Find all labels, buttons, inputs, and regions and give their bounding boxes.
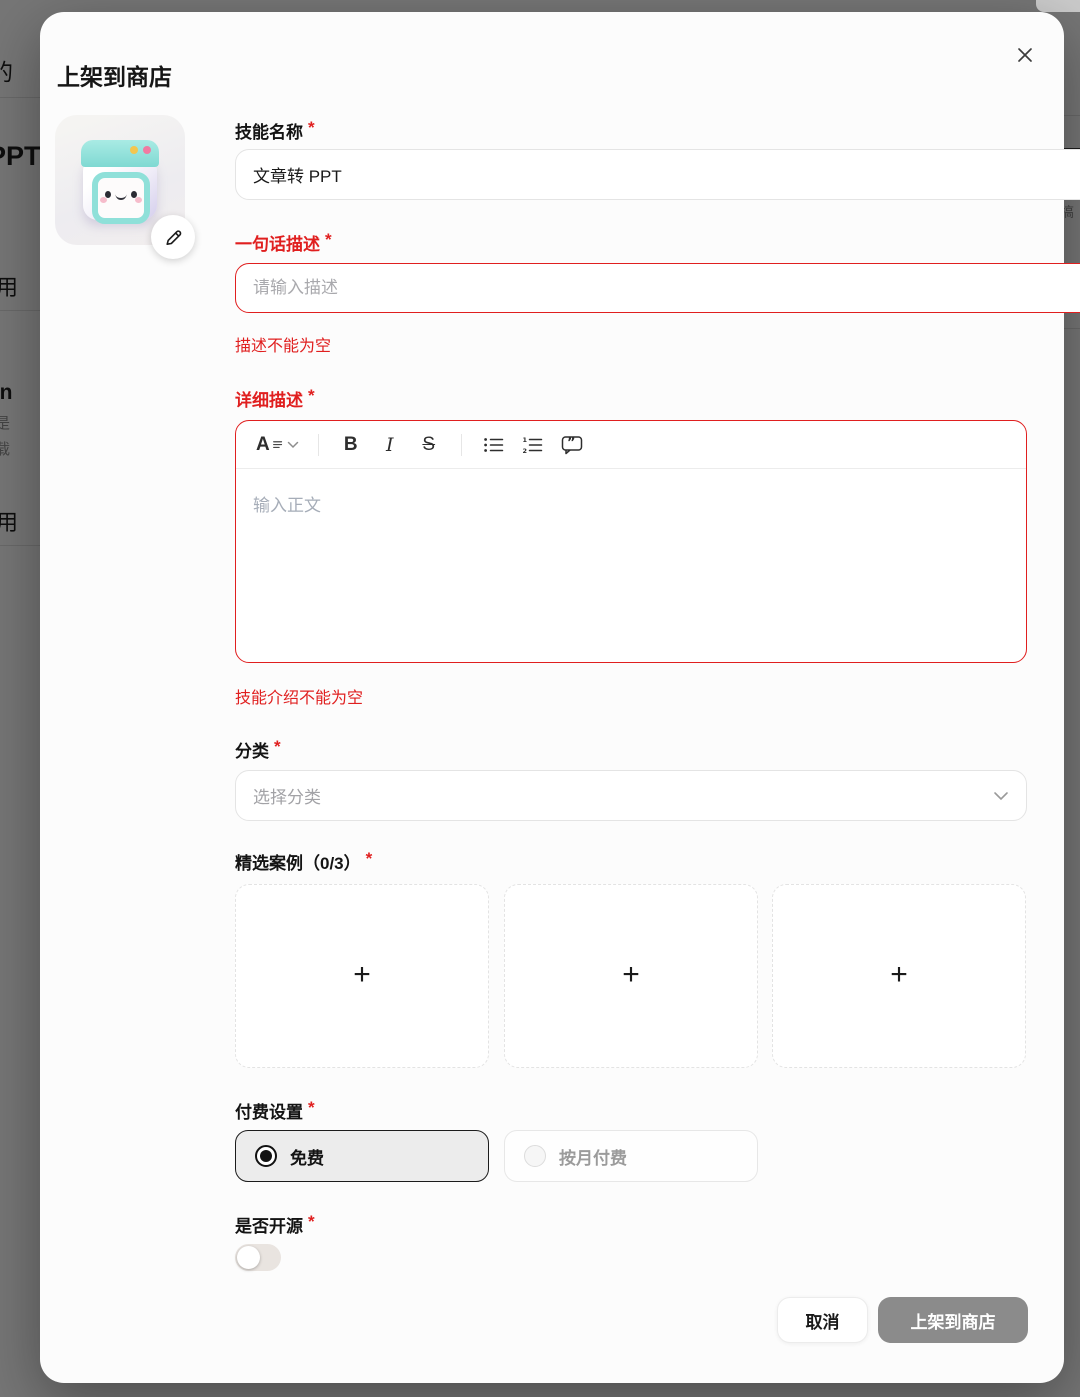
payment-label: 付费设置 *	[235, 1098, 1027, 1123]
close-icon	[1015, 45, 1035, 65]
chevron-down-icon	[287, 441, 299, 449]
radio-selected-icon	[255, 1145, 277, 1167]
cases-label: 精选案例（0/3） *	[235, 849, 1027, 874]
editor-toolbar: A B I S 12 ”	[236, 421, 1026, 469]
open-source-toggle-row	[235, 1244, 1027, 1271]
pencil-icon	[163, 227, 184, 248]
toolbar-divider	[318, 434, 319, 456]
text-style-lines-icon	[272, 439, 284, 451]
svg-text:1: 1	[522, 436, 527, 444]
ordered-list-button[interactable]: 12	[520, 430, 546, 460]
editor-body[interactable]: 输入正文	[236, 469, 1026, 538]
cases-row: + + +	[235, 884, 1027, 1068]
short-desc-input[interactable]	[235, 263, 1080, 313]
required-asterisk: *	[325, 230, 332, 255]
radio-unselected-icon	[524, 1145, 546, 1167]
quote-icon: ”	[561, 435, 583, 455]
skill-name-label: 技能名称 *	[235, 118, 1027, 143]
chevron-down-icon	[993, 791, 1009, 801]
open-source-label: 是否开源 *	[235, 1212, 1027, 1237]
close-button[interactable]	[1008, 38, 1042, 72]
required-asterisk: *	[308, 1098, 315, 1123]
required-asterisk: *	[366, 849, 373, 874]
svg-text:2: 2	[522, 447, 527, 455]
italic-button[interactable]: I	[377, 430, 403, 460]
open-source-toggle[interactable]	[235, 1244, 281, 1271]
edit-icon-button[interactable]	[151, 215, 195, 259]
rich-text-editor: A B I S 12 ” 输入正文	[235, 420, 1027, 663]
text-style-button[interactable]: A	[256, 430, 299, 460]
bullet-list-icon	[483, 435, 505, 455]
plus-icon: +	[622, 960, 640, 990]
bullet-list-button[interactable]	[481, 430, 507, 460]
editor-placeholder: 输入正文	[253, 496, 321, 515]
strikethrough-button[interactable]: S	[416, 430, 442, 460]
case-upload-slot-2[interactable]: +	[504, 884, 758, 1068]
submit-button[interactable]: 上架到商店	[878, 1297, 1028, 1343]
detail-desc-label: 详细描述 *	[235, 386, 1027, 411]
required-asterisk: *	[308, 386, 315, 411]
toolbar-divider	[461, 434, 462, 456]
device-face	[92, 172, 150, 224]
short-desc-error: 描述不能为空	[235, 332, 1027, 356]
payment-option-monthly[interactable]: 按月付费	[504, 1130, 758, 1182]
toggle-knob	[237, 1246, 260, 1269]
payment-option-free[interactable]: 免费	[235, 1130, 489, 1182]
case-upload-slot-3[interactable]: +	[772, 884, 1026, 1068]
cancel-button[interactable]: 取消	[777, 1297, 868, 1343]
skill-icon-illustration	[81, 140, 159, 220]
background-floating-box	[1036, 0, 1080, 12]
publish-dialog: 上架到商店	[40, 12, 1064, 1383]
text-style-icon: A	[256, 434, 269, 456]
svg-text:”: ”	[567, 436, 576, 451]
category-select[interactable]: 选择分类	[235, 770, 1027, 821]
bold-button[interactable]: B	[338, 430, 364, 460]
dialog-title: 上架到商店	[57, 58, 172, 92]
category-placeholder: 选择分类	[253, 783, 321, 808]
quote-button[interactable]: ”	[559, 430, 585, 460]
skill-name-input[interactable]	[235, 149, 1080, 200]
ordered-list-icon: 12	[522, 435, 544, 455]
required-asterisk: *	[274, 737, 281, 762]
short-desc-label: 一句话描述 *	[235, 230, 1027, 255]
required-asterisk: *	[308, 118, 315, 143]
detail-desc-error: 技能介绍不能为空	[235, 684, 1027, 708]
payment-options: 免费 按月付费	[235, 1130, 1027, 1182]
required-asterisk: *	[308, 1212, 315, 1237]
case-upload-slot-1[interactable]: +	[235, 884, 489, 1068]
plus-icon: +	[890, 960, 908, 990]
plus-icon: +	[353, 960, 371, 990]
category-label: 分类 *	[235, 737, 1027, 762]
